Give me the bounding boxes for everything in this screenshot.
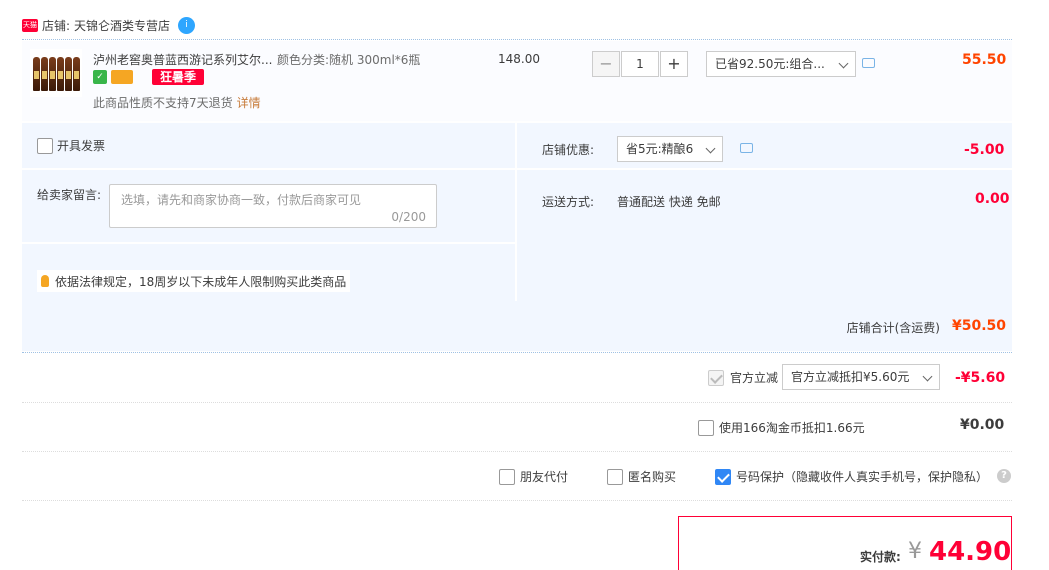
official-discount-checkbox[interactable]	[708, 369, 724, 386]
shop-total-value: ¥50.50	[951, 318, 1006, 334]
product-thumbnail[interactable]	[30, 49, 82, 97]
quantity-input[interactable]: 1	[621, 51, 659, 77]
number-protection-option[interactable]: 号码保护（隐藏收件人真实手机号，保护隐私）	[715, 468, 988, 485]
shop-discount-select[interactable]: 省5元:精酿6	[617, 136, 723, 162]
payment-summary-box: 实付款: ¥ 44.90	[678, 516, 1012, 570]
shop-total-row: 店铺合计(含运费) ¥50.50	[22, 301, 1012, 351]
official-discount-select[interactable]: 官方立减抵扣¥5.60元	[782, 364, 940, 390]
item-discount-value: 已省92.50元:组合...	[715, 57, 825, 71]
currency-symbol: ¥	[908, 539, 922, 564]
store-name-link[interactable]: 天锦仑酒类专营店	[74, 17, 170, 34]
quantity-increase-button[interactable]: +	[660, 51, 688, 77]
seller-message-counter: 0/200	[391, 210, 426, 224]
seller-message-label: 给卖家留言:	[37, 188, 102, 202]
tmall-badge: 天猫	[22, 18, 38, 32]
cart-item-row: 泸州老窖奥普蓝西游记系列艾尔... 颜色分类:随机 300ml*6瓶 ✓ 狂暑季…	[22, 41, 1012, 121]
divider	[517, 168, 1012, 170]
coins-amount: ¥0.00	[960, 417, 1005, 433]
age-restriction-text: 依据法律规定，18周岁以下未成年人限制购买此类商品	[55, 274, 347, 289]
service-icons: ✓	[93, 70, 133, 84]
shop-discount-label: 店铺优惠:	[542, 143, 595, 157]
divider	[22, 242, 515, 244]
help-icon[interactable]: ?	[997, 469, 1011, 483]
divider	[515, 123, 517, 301]
number-protection-label: 号码保护（隐藏收件人真实手机号，保护隐私）	[736, 470, 989, 484]
card-payment-icon	[111, 70, 133, 84]
item-total-price: 55.50	[962, 52, 1007, 68]
shipping-label: 运送方式:	[542, 195, 595, 209]
age-restriction-note: 依据法律规定，18周岁以下未成年人限制购买此类商品	[37, 270, 351, 292]
payment-amount: 44.90	[929, 537, 1012, 567]
wangwang-chat-icon[interactable]: i	[178, 16, 196, 34]
official-discount-value: 官方立减抵扣¥5.60元	[791, 370, 910, 384]
chat-icon[interactable]	[740, 143, 753, 153]
divider	[22, 168, 515, 170]
payment-label: 实付款:	[860, 550, 901, 564]
chat-icon[interactable]	[862, 58, 875, 68]
official-discount-option[interactable]: 官方立减	[708, 369, 778, 386]
seller-message-field[interactable]: 选填，请先和商家协商一致，付款后商家可见 0/200	[109, 184, 437, 228]
chevron-down-icon	[922, 371, 933, 382]
shipping-method: 普通配送 快递 免邮	[617, 195, 721, 209]
anonymous-purchase-checkbox[interactable]	[607, 468, 623, 485]
store-header: 天猫 店铺: 天锦仑酒类专营店 i	[22, 14, 196, 36]
coins-checkbox[interactable]	[698, 419, 714, 436]
shop-discount-value: 省5元:精酿6	[626, 142, 694, 156]
anonymous-purchase-label: 匿名购买	[628, 470, 677, 484]
invoice-label: 开具发票	[57, 139, 106, 153]
official-discount-amount: -¥5.60	[955, 370, 1006, 386]
number-protection-checkbox[interactable]	[715, 468, 731, 485]
coins-label: 使用166淘金币抵扣1.66元	[719, 421, 865, 435]
divider	[22, 500, 1012, 501]
chevron-down-icon	[838, 58, 849, 69]
return-policy-note: 此商品性质不支持7天退货 详情	[93, 94, 261, 111]
return-policy-text: 此商品性质不支持7天退货	[93, 96, 233, 110]
product-sku: 颜色分类:随机 300ml*6瓶	[277, 53, 421, 67]
divider	[22, 402, 1012, 403]
store-label: 店铺:	[42, 18, 71, 33]
invoice-option[interactable]: 开具发票	[37, 137, 105, 154]
unit-price: 148.00	[498, 52, 540, 66]
coins-option[interactable]: 使用166淘金币抵扣1.66元	[698, 419, 865, 436]
shop-total-label: 店铺合计(含运费)	[846, 321, 940, 335]
promo-tag: 狂暑季	[152, 69, 205, 85]
seller-message-placeholder: 选填，请先和商家协商一致，付款后商家可见	[121, 193, 362, 207]
divider	[22, 39, 1012, 40]
friend-pay-label: 朋友代付	[520, 470, 569, 484]
quantity-stepper: − 1 +	[592, 51, 688, 77]
quality-badge-icon: ✓	[93, 70, 107, 84]
divider	[22, 451, 1012, 452]
official-discount-label: 官方立减	[730, 371, 779, 385]
shop-discount-amount: -5.00	[964, 142, 1005, 158]
product-title-link[interactable]: 泸州老窖奥普蓝西游记系列艾尔...	[93, 51, 272, 68]
shipping-amount: 0.00	[975, 191, 1010, 207]
quantity-decrease-button[interactable]: −	[592, 51, 620, 77]
return-detail-link[interactable]: 详情	[237, 96, 261, 110]
divider	[22, 352, 1012, 353]
item-discount-select[interactable]: 已省92.50元:组合...	[706, 51, 856, 77]
anonymous-purchase-option[interactable]: 匿名购买	[607, 468, 676, 485]
chevron-down-icon	[705, 143, 716, 154]
friend-pay-checkbox[interactable]	[499, 468, 515, 485]
friend-pay-option[interactable]: 朋友代付	[499, 468, 568, 485]
invoice-checkbox[interactable]	[37, 137, 53, 154]
bulb-icon	[41, 275, 49, 287]
